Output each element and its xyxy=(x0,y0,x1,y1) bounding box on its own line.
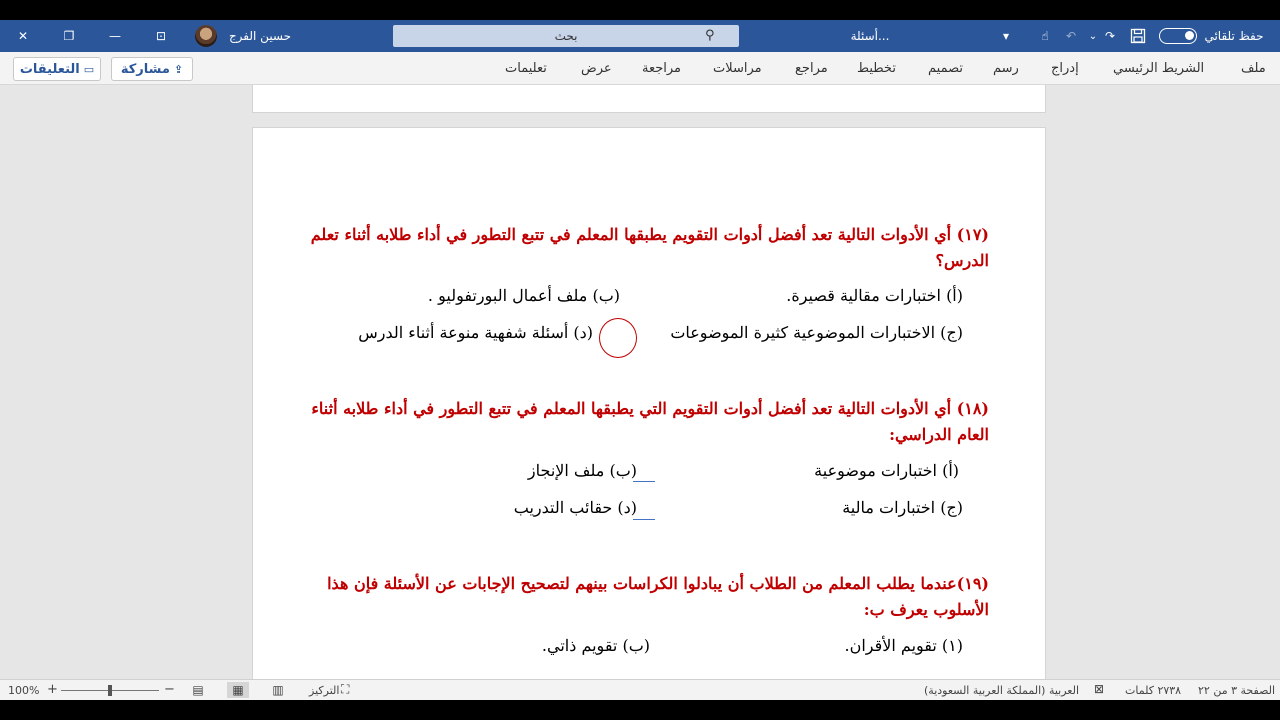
comment-icon: ▭ xyxy=(83,62,95,76)
q18-d-underline xyxy=(633,508,655,520)
word-count[interactable]: ٢٧٣٨ كلمات xyxy=(1125,684,1181,697)
redo-icon[interactable]: ↷ xyxy=(1101,20,1119,52)
search-input[interactable]: بحث ⚲ xyxy=(393,25,739,47)
tab-layout[interactable]: تخطيط xyxy=(857,61,896,76)
share-label: مشاركة xyxy=(120,61,170,77)
q19-option-b[interactable]: (ب) تقويم ذاتي. xyxy=(542,636,650,655)
customize-toolbar-icon[interactable]: ▾ xyxy=(998,20,1014,52)
title-bar: ✕ ❐ — ⊡ حسين الفرج بحث ⚲ أسئلة... ▾ ☝ ↶ … xyxy=(0,20,1280,52)
avatar[interactable] xyxy=(195,25,217,47)
web-layout-icon[interactable]: ▤ xyxy=(187,682,209,698)
page-info[interactable]: الصفحة ٣ من ٢٢ xyxy=(1198,684,1275,697)
toggle-knob xyxy=(1185,31,1194,40)
tab-help[interactable]: تعليمات xyxy=(505,61,547,76)
comments-button[interactable]: التعليقات ▭ xyxy=(13,57,101,81)
document-title[interactable]: أسئلة... xyxy=(840,20,900,52)
q19-option-a[interactable]: (١) تقويم الأقران. xyxy=(845,636,964,655)
q18-option-b[interactable]: (ب) ملف الإنجاز xyxy=(528,461,637,480)
search-icon: ⚲ xyxy=(705,28,715,43)
restore-icon[interactable]: ❐ xyxy=(46,20,92,52)
answer-circle-mark xyxy=(599,318,637,358)
q17-option-a[interactable]: (أ) اختبارات مقالية قصيرة. xyxy=(786,286,963,305)
letterbox-top xyxy=(0,0,1280,20)
tab-references[interactable]: مراجع xyxy=(795,61,828,76)
undo-dropdown-icon[interactable]: ⌄ xyxy=(1088,20,1098,52)
tab-view[interactable]: عرض xyxy=(581,61,612,76)
zoom-out-button[interactable]: − xyxy=(164,682,175,697)
language-indicator[interactable]: العربية (المملكة العربية السعودية) xyxy=(924,684,1079,697)
question-19[interactable]: (١٩)عندما يطلب المعلم من الطلاب أن يبادل… xyxy=(309,571,989,623)
minimize-icon[interactable]: — xyxy=(92,20,138,52)
search-placeholder: بحث xyxy=(554,29,578,43)
document-page[interactable]: (١٧) أي الأدوات التالية تعد أفضل أدوات ا… xyxy=(252,127,1046,679)
status-bar: 100% + − ▤ ▦ ▥ التركيز ⛶ العربية (المملك… xyxy=(0,679,1280,700)
read-mode-icon[interactable]: ▥ xyxy=(267,682,289,698)
tab-draw[interactable]: رسم xyxy=(993,61,1019,76)
tab-file[interactable]: ملف xyxy=(1241,61,1266,76)
close-icon[interactable]: ✕ xyxy=(0,20,46,52)
question-18[interactable]: (١٨) أي الأدوات التالية تعد أفضل أدوات ا… xyxy=(309,396,989,448)
tab-mailings[interactable]: مراسلات xyxy=(713,61,762,76)
q17-option-d[interactable]: (د) أسئلة شفهية منوعة أثناء الدرس xyxy=(358,323,593,342)
q18-option-d[interactable]: (د) حقائب التدريب xyxy=(514,498,637,517)
zoom-slider-thumb[interactable] xyxy=(108,685,112,696)
letterbox-bottom xyxy=(0,700,1280,720)
document-canvas[interactable]: (١٧) أي الأدوات التالية تعد أفضل أدوات ا… xyxy=(0,85,1280,679)
zoom-level[interactable]: 100% xyxy=(8,684,39,697)
question-17[interactable]: (١٧) أي الأدوات التالية تعد أفضل أدوات ا… xyxy=(309,222,989,274)
touch-mode-icon[interactable]: ☝ xyxy=(1036,20,1054,52)
autosave-label: حفظ تلقائي xyxy=(1204,29,1264,43)
tab-design[interactable]: تصميم xyxy=(928,61,963,76)
print-layout-icon[interactable]: ▦ xyxy=(227,682,249,698)
word-window: ✕ ❐ — ⊡ حسين الفرج بحث ⚲ أسئلة... ▾ ☝ ↶ … xyxy=(0,0,1280,720)
q17-option-c[interactable]: (ج) الاختبارات الموضوعية كثيرة الموضوعات xyxy=(670,323,963,342)
ribbon-tabs: التعليقات ▭ مشاركة ⇪ ملف الشريط الرئيسي … xyxy=(0,52,1280,85)
user-name[interactable]: حسين الفرج xyxy=(225,20,295,52)
q18-option-c[interactable]: (ج) اختبارات مالية xyxy=(842,498,963,517)
tab-home[interactable]: الشريط الرئيسي xyxy=(1113,61,1204,76)
previous-page[interactable] xyxy=(252,85,1046,113)
q18-b-underline xyxy=(633,470,655,482)
undo-icon[interactable]: ↶ xyxy=(1062,20,1080,52)
q17-option-b[interactable]: (ب) ملف أعمال البورتفوليو . xyxy=(428,286,620,305)
share-icon: ⇪ xyxy=(173,62,184,76)
proofing-icon[interactable]: ⊠ xyxy=(1094,682,1104,696)
comments-label: التعليقات xyxy=(19,61,80,77)
autosave-toggle[interactable] xyxy=(1159,28,1197,44)
share-button[interactable]: مشاركة ⇪ xyxy=(111,57,193,81)
save-icon[interactable] xyxy=(1128,20,1148,52)
ribbon-display-icon[interactable]: ⊡ xyxy=(138,20,184,52)
focus-icon: ⛶ xyxy=(341,682,350,696)
tab-insert[interactable]: إدراج xyxy=(1051,61,1079,76)
zoom-in-button[interactable]: + xyxy=(47,682,58,697)
tab-review[interactable]: مراجعة xyxy=(642,61,681,76)
q18-option-a[interactable]: (أ) اختبارات موضوعية xyxy=(814,461,959,480)
focus-button[interactable]: التركيز xyxy=(309,684,339,697)
